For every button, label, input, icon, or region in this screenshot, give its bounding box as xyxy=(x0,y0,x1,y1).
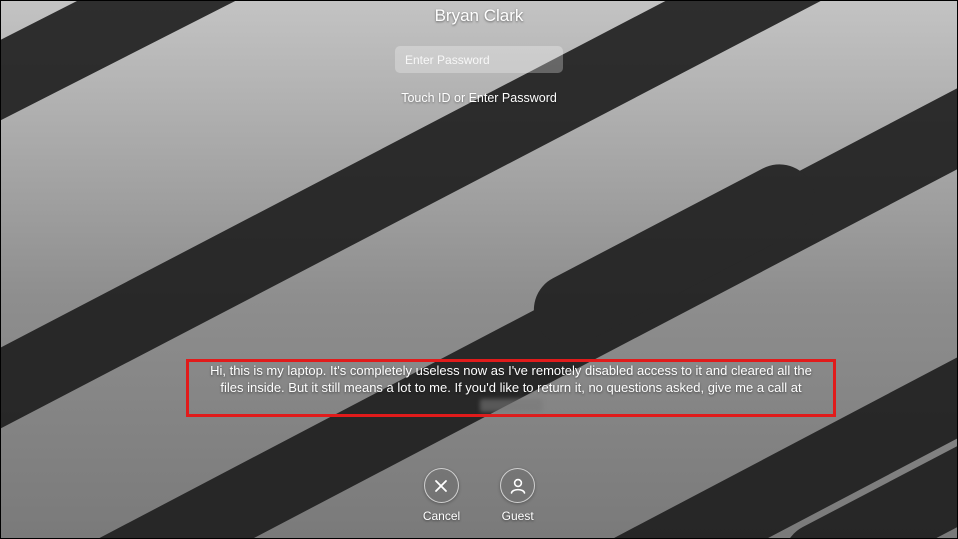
guest-label: Guest xyxy=(502,509,534,523)
password-input[interactable] xyxy=(405,53,553,67)
password-field-wrap[interactable] xyxy=(395,46,563,73)
guest-button[interactable]: Guest xyxy=(500,468,535,523)
redacted-phone xyxy=(480,399,542,412)
lock-message-text: Hi, this is my laptop. It's completely u… xyxy=(209,363,813,414)
cancel-label: Cancel xyxy=(423,509,460,523)
guest-user-icon xyxy=(500,468,535,503)
touchid-hint: Touch ID or Enter Password xyxy=(401,91,557,105)
close-icon xyxy=(424,468,459,503)
footer-buttons: Cancel Guest xyxy=(1,468,957,523)
lock-message-highlight: Hi, this is my laptop. It's completely u… xyxy=(186,359,836,417)
cancel-button[interactable]: Cancel xyxy=(423,468,460,523)
lock-message-body: Hi, this is my laptop. It's completely u… xyxy=(210,363,812,395)
username-label: Bryan Clark xyxy=(435,6,524,26)
